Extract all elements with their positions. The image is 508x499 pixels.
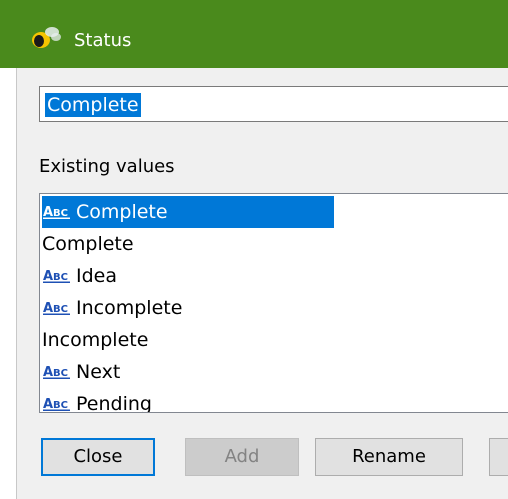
list-item[interactable]: A BC Complete — [42, 196, 334, 228]
list-item-label: Pending — [76, 393, 152, 413]
list-item-label: Incomplete — [76, 297, 183, 319]
rename-button[interactable]: Rename — [315, 438, 463, 476]
list-item[interactable]: A BC Incomplete — [42, 292, 182, 324]
list-item[interactable]: A BC Idea — [42, 260, 117, 292]
svg-text:BC: BC — [53, 272, 68, 283]
bee-icon — [32, 27, 61, 48]
list-item-label: Next — [76, 361, 121, 383]
status-dialog: Status Complete Existing values A BC Com… — [0, 0, 508, 499]
list-item[interactable]: A BC Pending — [42, 388, 152, 413]
input-selected-text: Complete — [45, 93, 141, 117]
existing-values-label: Existing values — [39, 156, 175, 177]
list-item[interactable]: Incomplete — [42, 324, 148, 356]
list-item-label: Complete — [42, 233, 134, 255]
list-item[interactable]: A BC Next — [42, 356, 120, 388]
list-item-label: Complete — [76, 201, 168, 223]
svg-text:BC: BC — [53, 400, 68, 411]
title-bar[interactable]: Status — [0, 0, 508, 68]
svg-text:BC: BC — [53, 368, 68, 379]
abc-text-icon: A BC — [43, 301, 70, 316]
window-title: Status — [74, 30, 132, 51]
abc-text-icon: A BC — [43, 205, 70, 220]
abc-text-icon: A BC — [43, 269, 70, 284]
dialog-body: Complete Existing values A BC Complete C… — [16, 68, 508, 499]
list-item-label: Idea — [76, 265, 117, 287]
list-item-label: Incomplete — [42, 329, 149, 351]
abc-text-icon: A BC — [43, 397, 70, 412]
svg-text:BC: BC — [53, 208, 68, 219]
close-button[interactable]: Close — [41, 438, 155, 476]
svg-text:BC: BC — [53, 304, 68, 315]
status-value-input[interactable]: Complete — [39, 86, 508, 122]
list-item[interactable]: Complete — [42, 228, 134, 260]
existing-values-list[interactable]: A BC Complete Complete A BC Idea A BC In… — [39, 193, 508, 413]
add-button[interactable]: Add — [185, 438, 299, 476]
delete-button[interactable] — [489, 438, 508, 476]
abc-text-icon: A BC — [43, 365, 70, 380]
